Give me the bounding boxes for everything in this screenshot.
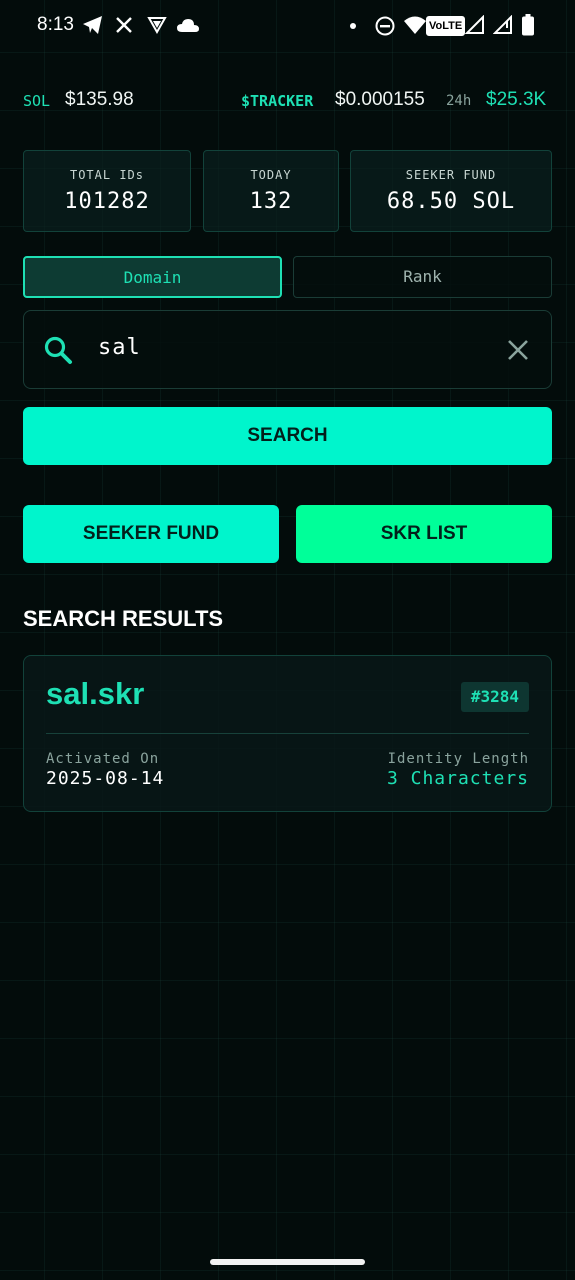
close-icon[interactable] — [507, 339, 529, 361]
stat-label: TODAY — [250, 168, 292, 182]
stat-value: 101282 — [64, 189, 150, 214]
signal-icon-2 — [493, 15, 512, 34]
tab-domain[interactable]: Domain — [23, 256, 282, 298]
tracker-price: $0.000155 — [335, 89, 425, 110]
dnd-icon — [375, 16, 395, 36]
rank-badge: #3284 — [460, 682, 529, 712]
section-title: SEARCH RESULTS — [23, 606, 224, 631]
result-domain: sal.skr — [46, 676, 145, 711]
sol-price: $135.98 — [65, 89, 134, 110]
search-input[interactable]: sal — [98, 335, 141, 360]
activated-label: Activated On — [46, 751, 160, 767]
period-label: 24h — [446, 93, 472, 109]
length-label: Identity Length — [387, 751, 529, 767]
search-button[interactable]: SEARCH — [23, 407, 552, 465]
skr-list-button[interactable]: SKR LIST — [296, 505, 552, 563]
x-icon — [116, 17, 132, 33]
tab-rank[interactable]: Rank — [293, 256, 552, 298]
activated-value: 2025-08-14 — [46, 768, 165, 789]
search-icon — [44, 336, 72, 364]
stat-value: 132 — [249, 189, 293, 214]
length-value: 3 Characters — [386, 768, 529, 789]
stat-total-ids: TOTAL IDs 101282 — [23, 150, 191, 232]
telegram-icon — [83, 16, 102, 34]
cloud-icon — [177, 19, 199, 32]
result-card[interactable]: sal.skr #3284 Activated On 2025-08-14 Id… — [23, 655, 552, 812]
seeker-fund-button[interactable]: SEEKER FUND — [23, 505, 279, 563]
divider — [46, 733, 529, 734]
wifi-icon — [404, 16, 426, 34]
dot-icon — [350, 23, 356, 29]
sol-label: SOL — [23, 92, 51, 110]
home-indicator[interactable] — [210, 1259, 365, 1265]
volume-value: $25.3K — [486, 89, 547, 110]
stat-label: SEEKER FUND — [405, 168, 497, 182]
status-bar: 8:13 VoLTE — [0, 0, 575, 52]
search-box[interactable]: sal — [23, 310, 552, 389]
signal-icon — [465, 15, 484, 34]
status-time: 8:13 — [37, 14, 74, 35]
stat-value: 68.50 SOL — [386, 189, 516, 214]
tracker-label: $TRACKER — [241, 92, 314, 110]
stat-label: TOTAL IDs — [69, 168, 145, 182]
stat-seeker-fund: SEEKER FUND 68.50 SOL — [350, 150, 552, 232]
volte-icon: VoLTE — [426, 16, 466, 36]
battery-icon — [522, 14, 534, 36]
stat-today: TODAY 132 — [203, 150, 339, 232]
app-icon — [147, 17, 167, 34]
